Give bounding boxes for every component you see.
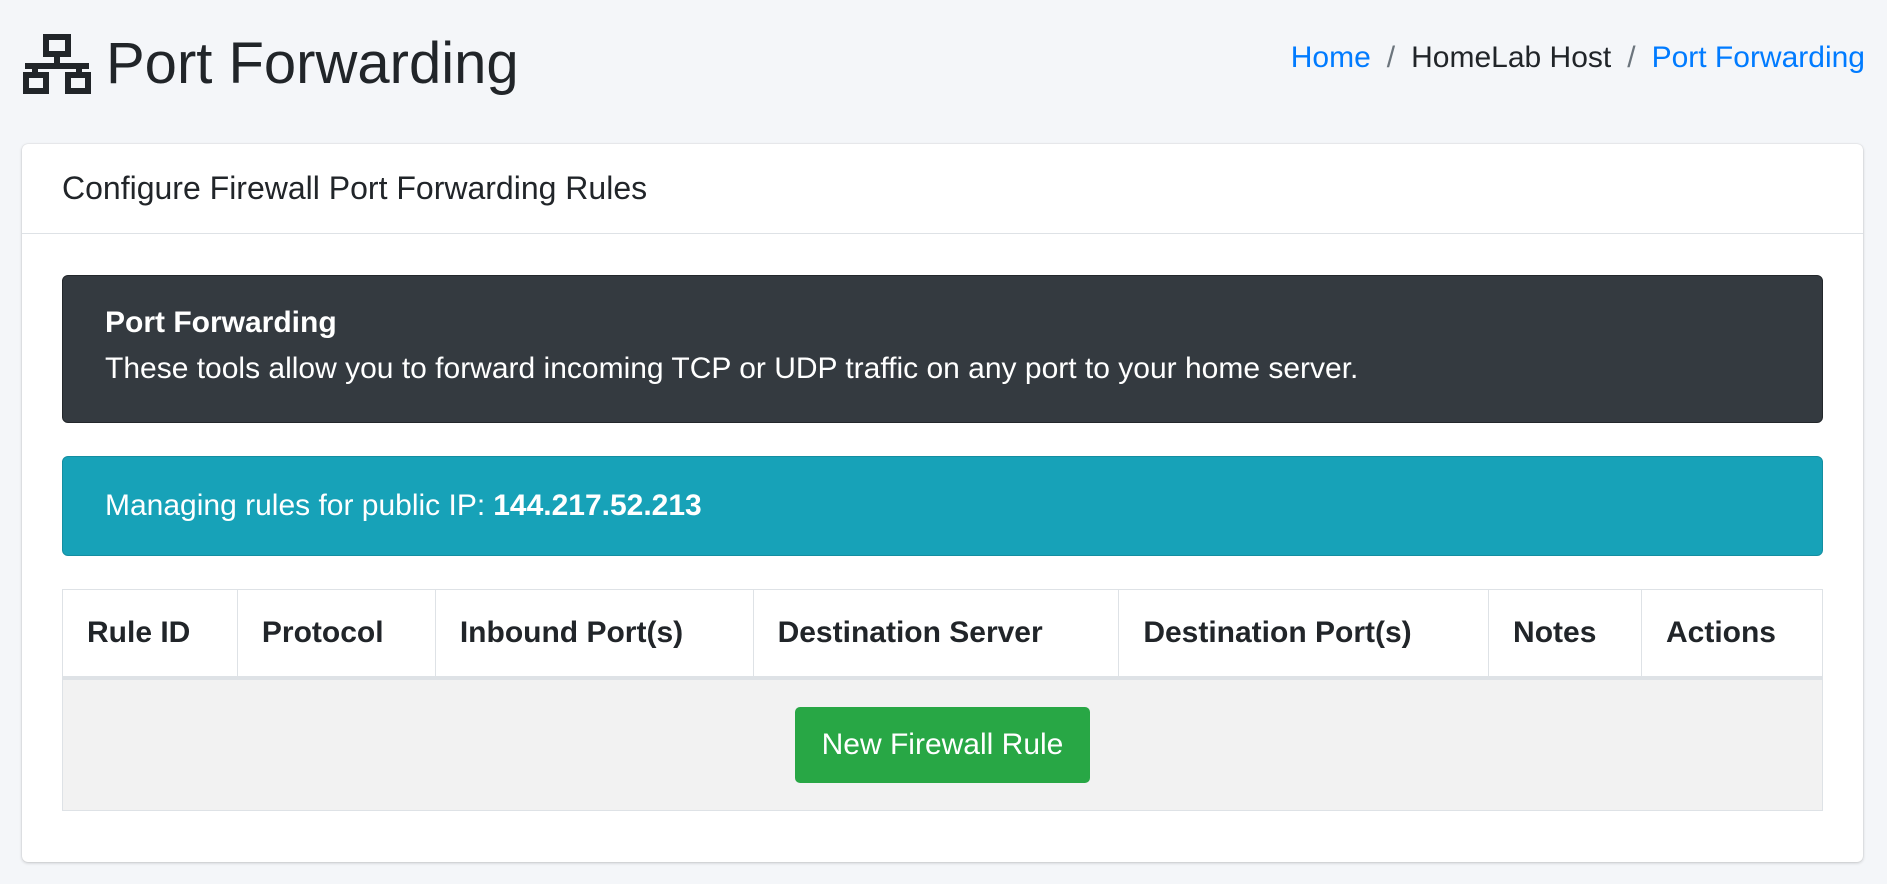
- column-inbound-ports: Inbound Port(s): [434, 589, 754, 680]
- new-rule-row: New Firewall Rule: [62, 677, 1823, 811]
- column-actions: Actions: [1640, 589, 1824, 680]
- breadcrumb-current-link[interactable]: Port Forwarding: [1652, 41, 1865, 75]
- breadcrumb-separator: /: [1386, 41, 1396, 74]
- callout-text: These tools allow you to forward incomin…: [105, 352, 1359, 385]
- page-header: Port Forwarding Home / HomeLab Host / Po…: [22, 28, 1865, 100]
- new-firewall-rule-button[interactable]: New Firewall Rule: [794, 706, 1091, 783]
- breadcrumb-home-link[interactable]: Home: [1291, 41, 1371, 75]
- info-callout: Port Forwarding These tools allow you to…: [62, 275, 1823, 423]
- column-destination-server: Destination Server: [752, 589, 1120, 680]
- column-notes: Notes: [1488, 589, 1642, 680]
- public-ip-alert: Managing rules for public IP: 144.217.52…: [62, 456, 1823, 556]
- table-header-row: Rule ID Protocol Inbound Port(s) Destina…: [62, 589, 1824, 680]
- card-title: Configure Firewall Port Forwarding Rules: [62, 170, 648, 206]
- callout-title: Port Forwarding: [105, 306, 337, 339]
- title-wrap: Port Forwarding: [22, 34, 519, 94]
- column-destination-ports: Destination Port(s): [1118, 589, 1490, 680]
- card-header: Configure Firewall Port Forwarding Rules: [22, 144, 1863, 234]
- rules-table: Rule ID Protocol Inbound Port(s) Destina…: [62, 589, 1824, 811]
- public-ip-value: 144.217.52.213: [493, 489, 702, 522]
- public-ip-label: Managing rules for public IP:: [105, 489, 486, 522]
- column-protocol: Protocol: [236, 589, 436, 680]
- breadcrumb-host: HomeLab Host: [1411, 41, 1612, 74]
- column-rule-id: Rule ID: [62, 589, 238, 680]
- new-rule-cell: New Firewall Rule: [62, 677, 1823, 811]
- breadcrumb: Home / HomeLab Host / Port Forwarding: [1291, 41, 1865, 75]
- rules-card: Configure Firewall Port Forwarding Rules…: [22, 144, 1863, 862]
- network-icon: [23, 34, 91, 94]
- page-title: Port Forwarding: [106, 31, 519, 96]
- breadcrumb-separator: /: [1627, 41, 1636, 74]
